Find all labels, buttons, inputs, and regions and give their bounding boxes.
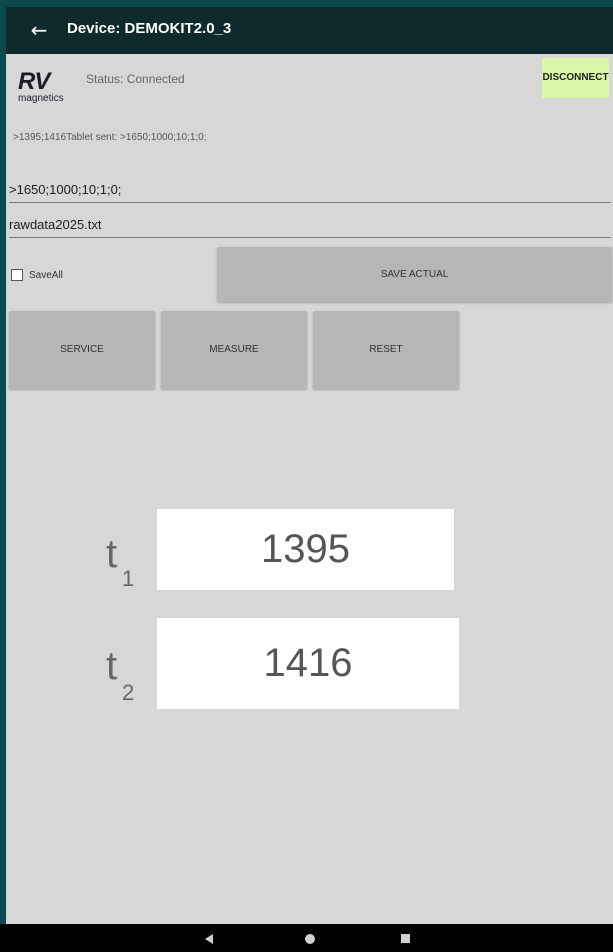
logo-subtitle: magnetics [18, 93, 64, 104]
measure-button[interactable]: MEASURE [161, 311, 307, 389]
filename-input[interactable]: rawdata2025.txt [9, 213, 611, 238]
arrow-back-icon[interactable]: ← [24, 15, 54, 45]
logo-mark: RV [18, 68, 50, 95]
t1-value: 1395 [157, 509, 454, 590]
saveall-label: SaveAll [29, 269, 63, 281]
log-line: >1395;1416Tablet sent: >1650;1000;10;1;0… [13, 132, 207, 143]
main-content: RV magnetics Status: Connected DISCONNEC… [6, 54, 613, 924]
service-button[interactable]: SERVICE [9, 311, 155, 389]
reset-button[interactable]: RESET [313, 311, 459, 389]
saveall-checkbox[interactable] [11, 269, 23, 281]
nav-home-icon[interactable] [305, 934, 315, 944]
connection-status: Status: Connected [86, 72, 185, 86]
t2-value: 1416 [157, 618, 459, 709]
command-input[interactable]: >1650;1000;10;1;0; [9, 178, 611, 203]
saveall-control[interactable]: SaveAll [11, 267, 63, 283]
nav-back-icon[interactable] [205, 934, 213, 944]
nav-recents-icon[interactable] [401, 934, 410, 943]
t2-subscript: 2 [122, 680, 135, 705]
system-nav-bar [0, 924, 613, 952]
t1-label: t [106, 532, 118, 576]
t1-subscript: 1 [122, 566, 135, 591]
save-actual-button[interactable]: SAVE ACTUAL [217, 247, 612, 302]
rv-magnetics-logo: RV magnetics [16, 70, 86, 110]
device-title: Device: DEMOKIT2.0_3 [67, 20, 232, 37]
t2-label: t [106, 644, 118, 688]
disconnect-button[interactable]: DISCONNECT [542, 58, 609, 98]
device-frame: ← Device: DEMOKIT2.0_3 RV magnetics Stat… [0, 0, 613, 952]
app-bar: ← Device: DEMOKIT2.0_3 [6, 7, 613, 54]
